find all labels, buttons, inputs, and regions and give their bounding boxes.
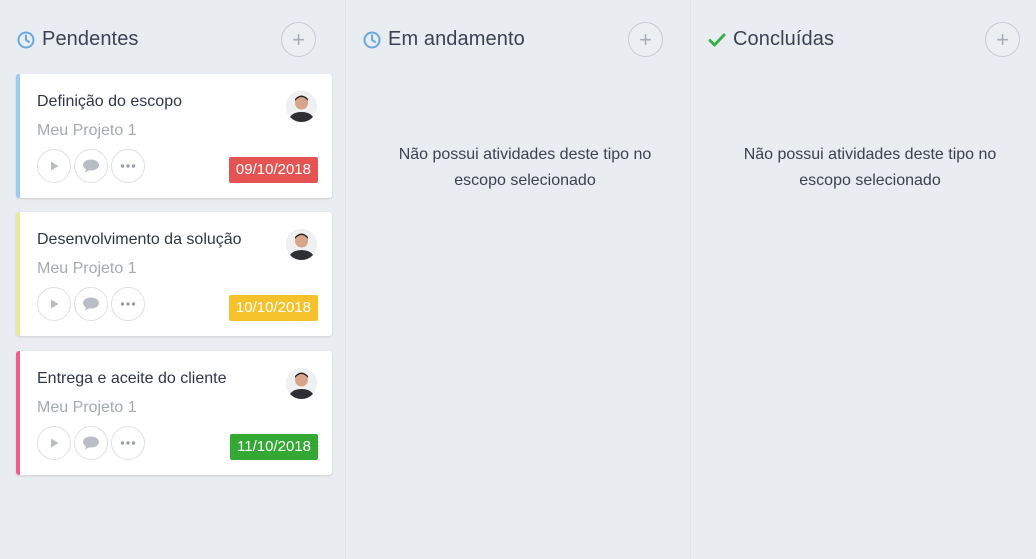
comment-button[interactable] bbox=[74, 287, 108, 321]
add-task-button[interactable]: + bbox=[281, 22, 316, 57]
empty-state-line: escopo selecionado bbox=[454, 172, 596, 189]
empty-state-line: Não possui atividades deste tipo no bbox=[743, 146, 997, 163]
column-concluidas: Concluídas + Não possui atividades deste… bbox=[690, 0, 1036, 559]
empty-state-line: escopo selecionado bbox=[799, 172, 941, 189]
task-title[interactable]: Entrega e aceite do cliente bbox=[37, 370, 226, 388]
column-title: Pendentes bbox=[42, 28, 139, 50]
comment-icon bbox=[83, 159, 99, 173]
play-button[interactable] bbox=[37, 426, 71, 460]
column-title: Em andamento bbox=[388, 28, 525, 50]
comment-button[interactable] bbox=[74, 426, 108, 460]
due-date-badge: 10/10/2018 bbox=[228, 295, 318, 321]
task-title[interactable]: Desenvolvimento da solução bbox=[37, 231, 242, 249]
clock-icon bbox=[362, 30, 382, 50]
play-icon bbox=[51, 438, 59, 448]
ellipsis-icon bbox=[120, 441, 136, 445]
avatar[interactable] bbox=[286, 91, 317, 122]
more-options-button[interactable] bbox=[111, 426, 145, 460]
due-date-badge: 09/10/2018 bbox=[228, 157, 318, 183]
column-title: Concluídas bbox=[733, 28, 835, 50]
clock-icon bbox=[16, 30, 36, 50]
comment-button[interactable] bbox=[74, 149, 108, 183]
column-header: Concluídas + bbox=[707, 22, 1020, 58]
more-options-button[interactable] bbox=[111, 287, 145, 321]
ellipsis-icon bbox=[120, 164, 136, 168]
task-card[interactable]: Entrega e aceite do cliente Meu Projeto … bbox=[16, 351, 332, 475]
ellipsis-icon bbox=[120, 302, 136, 306]
comment-icon bbox=[83, 436, 99, 450]
task-card[interactable]: Definição do escopo Meu Projeto 1 09/10/… bbox=[16, 74, 332, 198]
due-date-badge: 11/10/2018 bbox=[230, 434, 318, 460]
column-em-andamento: Em andamento + Não possui atividades des… bbox=[345, 0, 679, 559]
kanban-board: Pendentes + Definição do escopo Meu Proj… bbox=[0, 0, 1036, 559]
play-icon bbox=[51, 299, 59, 309]
column-header: Pendentes + bbox=[16, 22, 318, 58]
more-options-button[interactable] bbox=[111, 149, 145, 183]
add-task-button[interactable]: + bbox=[985, 22, 1020, 57]
empty-state-line: Não possui atividades deste tipo no bbox=[398, 146, 652, 163]
empty-state-message: Não possui atividades deste tipo no esco… bbox=[703, 142, 1036, 194]
avatar[interactable] bbox=[286, 368, 317, 399]
task-project: Meu Projeto 1 bbox=[37, 399, 137, 416]
avatar[interactable] bbox=[286, 229, 317, 260]
task-project: Meu Projeto 1 bbox=[37, 260, 137, 277]
add-task-button[interactable]: + bbox=[628, 22, 663, 57]
column-pendentes: Pendentes + Definição do escopo Meu Proj… bbox=[0, 0, 334, 559]
check-icon bbox=[707, 30, 727, 50]
play-button[interactable] bbox=[37, 287, 71, 321]
task-card[interactable]: Desenvolvimento da solução Meu Projeto 1… bbox=[16, 212, 332, 336]
comment-icon bbox=[83, 297, 99, 311]
task-title[interactable]: Definição do escopo bbox=[37, 93, 182, 111]
empty-state-message: Não possui atividades deste tipo no esco… bbox=[358, 142, 692, 194]
play-icon bbox=[51, 161, 59, 171]
column-header: Em andamento + bbox=[362, 22, 663, 58]
task-project: Meu Projeto 1 bbox=[37, 122, 137, 139]
play-button[interactable] bbox=[37, 149, 71, 183]
